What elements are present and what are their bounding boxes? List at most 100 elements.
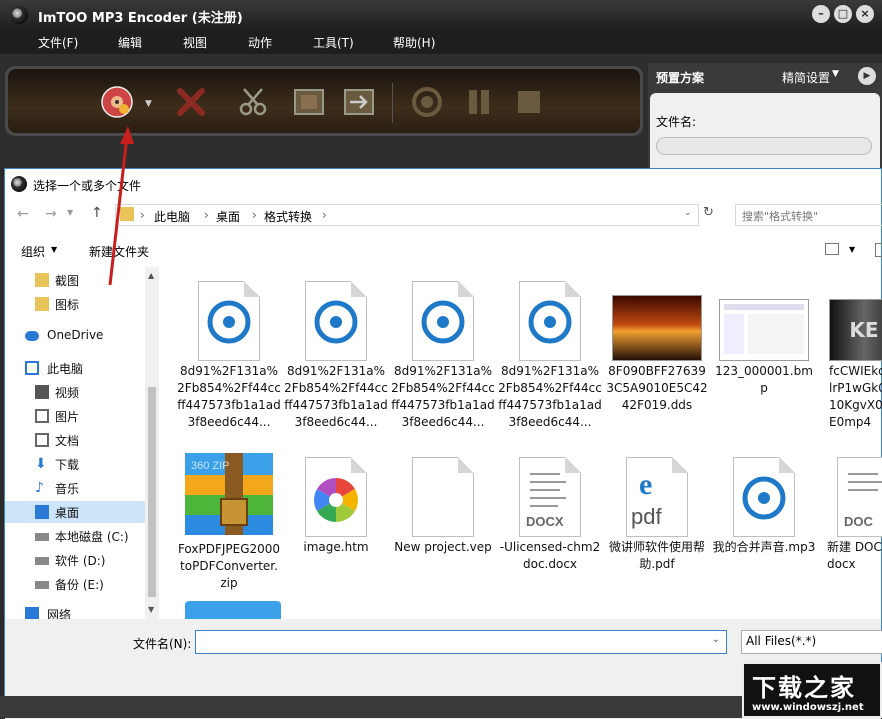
stop-icon[interactable] xyxy=(512,85,546,119)
nav-item-documents[interactable]: 文档 xyxy=(5,429,145,451)
breadcrumb[interactable]: › 此电脑 › 桌面 › 格式转换 › ⌄ xyxy=(115,204,699,226)
menu-file[interactable]: 文件(F) xyxy=(38,34,78,51)
menu-action[interactable]: 动作 xyxy=(248,34,272,51)
close-icon[interactable]: × xyxy=(856,5,874,23)
maximize-icon[interactable]: □ xyxy=(834,5,852,23)
view-icon[interactable] xyxy=(825,243,839,255)
back-icon[interactable]: ← xyxy=(17,206,29,222)
filename-field[interactable] xyxy=(656,137,872,155)
chevron-down-icon[interactable]: ▼ xyxy=(67,208,73,217)
remove-button[interactable] xyxy=(174,85,208,119)
media-file-icon xyxy=(305,281,367,361)
media-file-icon xyxy=(198,281,260,361)
breadcrumb-item[interactable]: 桌面 xyxy=(216,208,240,225)
preview-pane-icon[interactable] xyxy=(875,243,882,257)
svg-text:e: e xyxy=(639,468,652,501)
image-icon xyxy=(35,409,49,423)
drive-icon xyxy=(35,581,49,589)
zip-archive-icon[interactable] xyxy=(185,601,281,619)
desktop-icon xyxy=(35,505,49,519)
annotation-arrow xyxy=(108,126,134,286)
nav-item-drive-c[interactable]: 本地磁盘 (C:) xyxy=(5,525,145,547)
effects-icon[interactable] xyxy=(292,85,326,119)
download-icon: ⬇ xyxy=(35,456,47,472)
nav-scrollbar[interactable]: ▲ ▼ xyxy=(145,267,159,619)
menu-help[interactable]: 帮助(H) xyxy=(393,34,435,51)
scroll-down-icon[interactable]: ▼ xyxy=(148,605,154,614)
forward-icon[interactable]: → xyxy=(45,206,57,222)
chevron-down-icon[interactable]: ⌄ xyxy=(684,208,692,218)
play-icon[interactable]: ▶ xyxy=(858,67,876,85)
file-item[interactable]: 8F090BFF276393C5A9010E5C4242F019.dds xyxy=(605,281,709,414)
file-item[interactable]: 8d91%2F131a%2Fb854%2Ff44ccff447573fb1a1a… xyxy=(284,281,388,431)
file-item[interactable]: e pdf 微讲师软件使用帮助.pdf xyxy=(605,449,709,573)
breadcrumb-item[interactable]: 格式转换 xyxy=(264,208,312,225)
nav-item-this-pc[interactable]: 此电脑 xyxy=(5,357,145,379)
clip-icon[interactable] xyxy=(236,85,270,119)
file-item[interactable]: 360 ZIP FoxPDFJPEG2000toPDFConverter.zip xyxy=(177,449,281,592)
svg-text:pdf: pdf xyxy=(631,504,662,529)
nav-item-drive-d[interactable]: 软件 (D:) xyxy=(5,549,145,571)
chevron-down-icon[interactable]: ▼ xyxy=(849,245,855,254)
drive-icon xyxy=(35,533,49,541)
nav-item-desktop[interactable]: 桌面 xyxy=(5,501,145,523)
file-type-filter[interactable]: All Files(*.*) xyxy=(741,630,882,654)
breadcrumb-separator: › xyxy=(252,208,257,222)
file-item[interactable]: 8d91%2F131a%2Fb854%2Ff44ccff447573fb1a1a… xyxy=(177,281,281,431)
document-icon xyxy=(35,433,49,447)
nav-item-downloads[interactable]: ⬇ 下载 xyxy=(5,453,145,475)
menu-tools[interactable]: 工具(T) xyxy=(313,34,354,51)
toolbar-divider xyxy=(392,83,393,123)
menu-view[interactable]: 视图 xyxy=(183,34,207,51)
file-item[interactable]: 我的合并声音.mp3 xyxy=(712,449,816,556)
chevron-down-icon[interactable]: ▼ xyxy=(832,69,839,79)
settings-label[interactable]: 精简设置 xyxy=(782,69,830,86)
zip-archive-icon: 360 ZIP xyxy=(181,449,277,539)
file-list: 8d91%2F131a%2Fb854%2Ff44ccff447573fb1a1a… xyxy=(165,267,882,619)
breadcrumb-separator: › xyxy=(140,208,145,222)
media-file-icon xyxy=(412,281,474,361)
breadcrumb-item[interactable]: 此电脑 xyxy=(154,208,190,225)
file-item[interactable]: DOCX -Ulicensed-chm2doc.docx xyxy=(498,449,602,573)
chevron-down-icon[interactable]: ⌄ xyxy=(712,634,720,645)
filename-label: 文件名: xyxy=(656,115,697,129)
menu-bar: 文件(F) 编辑 视图 动作 工具(T) 帮助(H) xyxy=(0,30,882,54)
folder-icon xyxy=(35,297,49,311)
video-thumbnail: KE xyxy=(829,299,882,361)
cloud-icon xyxy=(25,331,39,341)
svg-text:DOCX: DOCX xyxy=(526,514,564,529)
breadcrumb-separator: › xyxy=(204,208,209,222)
search-input[interactable]: 搜索"格式转换" xyxy=(735,204,882,226)
file-item[interactable]: 8d91%2F131a%2Fb854%2Ff44ccff447573fb1a1a… xyxy=(498,281,602,431)
file-item[interactable]: image.htm xyxy=(284,449,388,556)
menu-edit[interactable]: 编辑 xyxy=(118,34,142,51)
organize-button[interactable]: 组织 xyxy=(21,243,45,260)
refresh-icon[interactable]: ↻ xyxy=(703,205,723,227)
file-item[interactable]: DOC 新建 DOCdocx xyxy=(819,449,882,573)
nav-item-onedrive[interactable]: OneDrive xyxy=(5,325,145,347)
computer-icon xyxy=(25,361,39,375)
app-title-bar: ImTOO MP3 Encoder (未注册) – □ × xyxy=(0,0,882,30)
chevron-down-icon[interactable]: ▼ xyxy=(145,99,152,109)
nav-item-pictures[interactable]: 图片 xyxy=(5,405,145,427)
photo-thumbnail xyxy=(612,295,702,361)
nav-item-icons[interactable]: 图标 xyxy=(5,293,145,315)
nav-item-drive-e[interactable]: 备份 (E:) xyxy=(5,573,145,595)
nav-item-music[interactable]: ♪ 音乐 xyxy=(5,477,145,499)
scroll-thumb[interactable] xyxy=(148,387,156,597)
file-item[interactable]: KE fcCWIEkdlrP1wGk010KgvX0E0mp4 xyxy=(819,281,882,431)
output-icon[interactable] xyxy=(342,85,376,119)
file-item[interactable]: 123_000001.bmp xyxy=(712,281,816,397)
pause-icon[interactable] xyxy=(462,85,496,119)
svg-text:DOC: DOC xyxy=(844,514,874,529)
nav-item-videos[interactable]: 视频 xyxy=(5,381,145,403)
file-item[interactable]: New project.vep xyxy=(391,449,495,556)
filename-input[interactable]: ⌄ xyxy=(195,630,727,654)
file-item[interactable]: 8d91%2F131a%2Fb854%2Ff44ccff447573fb1a1a… xyxy=(391,281,495,431)
convert-icon[interactable] xyxy=(410,85,444,119)
add-file-button[interactable] xyxy=(100,85,134,119)
chevron-down-icon[interactable]: ▼ xyxy=(51,245,57,254)
minimize-icon[interactable]: – xyxy=(812,5,830,23)
music-icon: ♪ xyxy=(35,480,44,496)
scroll-up-icon[interactable]: ▲ xyxy=(148,271,154,280)
